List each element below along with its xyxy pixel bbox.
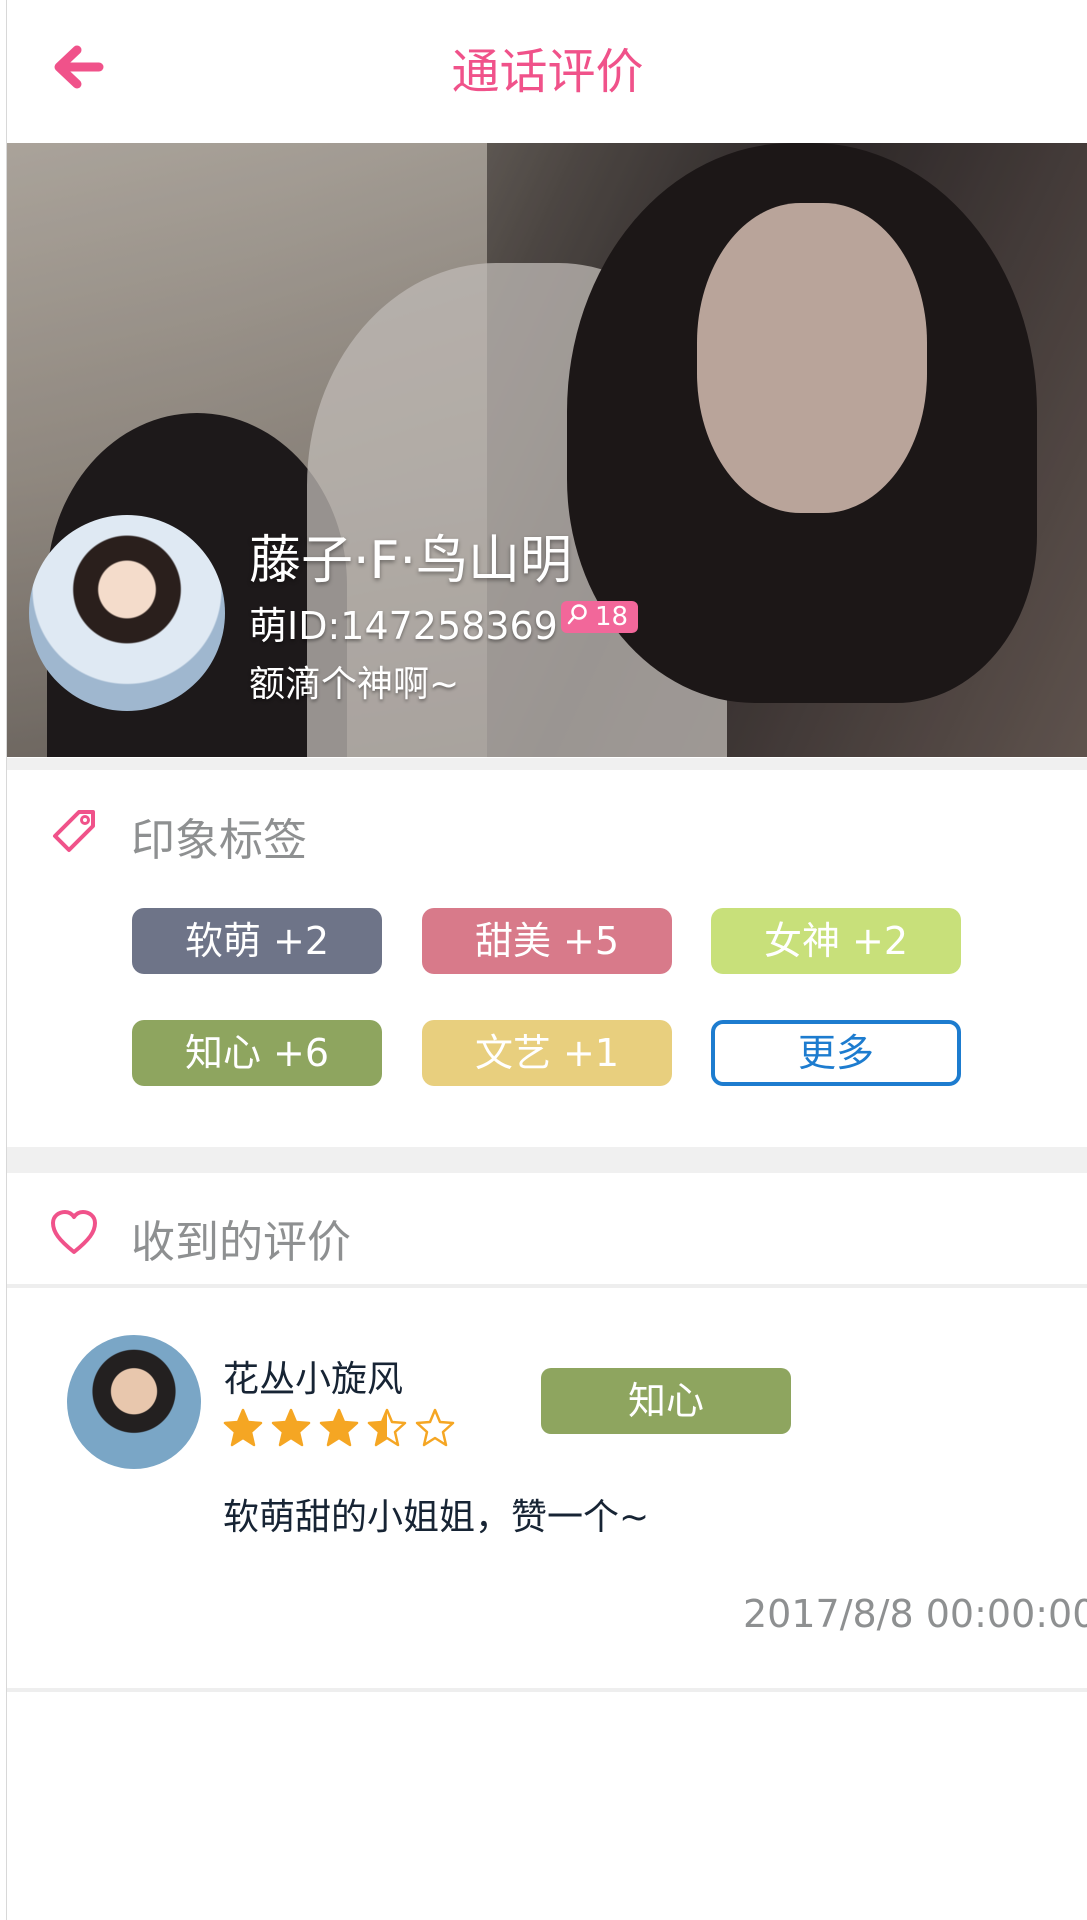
divider — [7, 1147, 1087, 1173]
profile-avatar[interactable] — [29, 515, 225, 711]
profile-signature: 额滴个神啊~ — [249, 664, 460, 705]
profile-meng-id: 萌ID:147258369 — [249, 604, 558, 648]
star-half-icon — [367, 1408, 407, 1447]
star-full-icon — [271, 1408, 311, 1447]
level-badge: 18 — [561, 601, 639, 633]
page-title: 通话评价 — [451, 44, 644, 100]
tag-icon — [53, 810, 95, 852]
review-time: 2017/8/8 00:00:00 — [743, 1592, 1087, 1636]
tag-item[interactable]: 甜美 +5 — [422, 908, 672, 974]
profile-name: 藤子·F·鸟山明 — [249, 531, 572, 591]
search-badge-icon — [567, 601, 589, 633]
divider — [7, 758, 1087, 770]
divider — [7, 1688, 1087, 1692]
more-tags-button[interactable]: 更多 — [711, 1020, 961, 1086]
star-empty-icon — [415, 1408, 455, 1447]
reviewer-avatar[interactable] — [67, 1335, 201, 1469]
reviews-section-header: 收到的评价 — [7, 1184, 1087, 1274]
impression-title: 印象标签 — [131, 815, 307, 866]
tag-item[interactable]: 文艺 +1 — [422, 1020, 672, 1086]
reviewer-name: 花丛小旋风 — [223, 1359, 404, 1400]
rating-stars — [223, 1408, 463, 1452]
divider — [7, 1284, 1087, 1288]
review-comment: 软萌甜的小姐姐，赞一个~ — [223, 1497, 650, 1538]
badge-count: 18 — [595, 602, 629, 632]
tag-item[interactable]: 女神 +2 — [711, 908, 961, 974]
profile-hero: 藤子·F·鸟山明 萌ID:147258369 18 额滴个神啊~ — [7, 143, 1087, 757]
star-full-icon — [223, 1408, 263, 1447]
impression-section-header: 印象标签 — [7, 782, 1087, 872]
heart-icon — [51, 1210, 97, 1254]
reviews-title: 收到的评价 — [131, 1217, 351, 1268]
review-item: 花丛小旋风 知心 软萌甜的小姐姐，赞一个~ 2017/8/8 00:00:00 — [7, 1290, 1087, 1690]
tag-item[interactable]: 知心 +6 — [132, 1020, 382, 1086]
call-review-page: 通话评价 藤子·F·鸟山明 萌ID:147258369 18 额滴个神啊~ 印象… — [6, 0, 1087, 1920]
tag-item[interactable]: 软萌 +2 — [132, 908, 382, 974]
review-tag: 知心 — [541, 1368, 791, 1434]
star-full-icon — [319, 1408, 359, 1447]
header: 通话评价 — [7, 0, 1087, 135]
